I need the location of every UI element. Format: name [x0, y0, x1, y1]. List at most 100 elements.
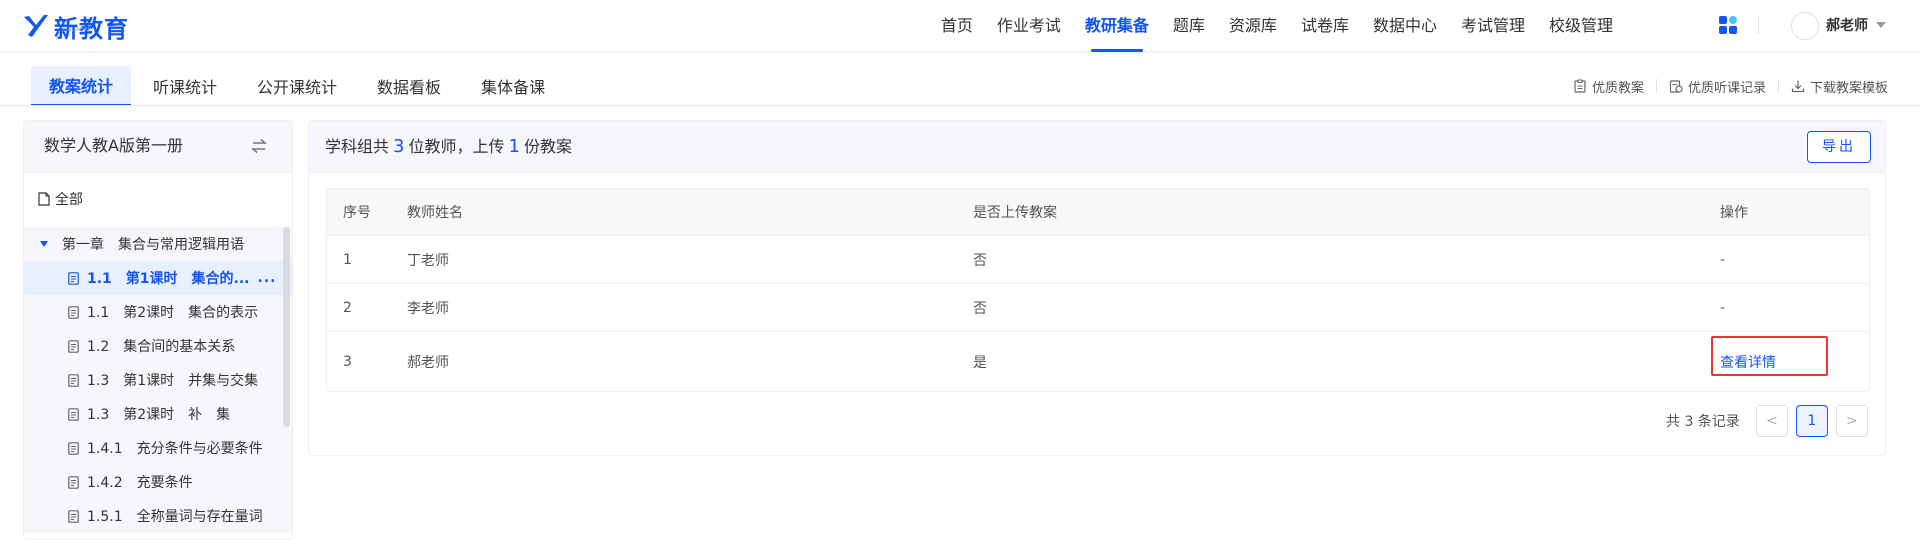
- sub-tabs: 教案统计 听课统计 公开课统计 数据看板 集体备课: [31, 66, 567, 106]
- cell-teacher: 郝老师: [407, 354, 449, 371]
- lesson-label: 1.4.1 充分条件与必要条件: [87, 441, 263, 457]
- tab-group-preparation[interactable]: 集体备课: [463, 66, 563, 106]
- cell-uploaded: 否: [973, 252, 987, 269]
- col-header-uploaded: 是否上传教案: [973, 205, 1057, 221]
- view-details-link[interactable]: 查看详情: [1720, 355, 1776, 371]
- cell-no: 3: [343, 353, 352, 370]
- cell-teacher: 李老师: [407, 300, 449, 317]
- next-page-button[interactable]: >: [1835, 405, 1868, 437]
- textbook-sidebar: 数学人教A版第一册 全部 第一章 集合与常用逻辑用语 1.1 第1课时 集合的.…: [23, 120, 293, 540]
- tree-lesson[interactable]: 1.5.1 全称量词与存在量词: [24, 499, 292, 533]
- sidebar-header: 数学人教A版第一册: [24, 121, 292, 173]
- clipboard-icon: [1574, 79, 1586, 93]
- user-name[interactable]: 郝老师: [1826, 0, 1868, 52]
- col-header-action: 操作: [1720, 205, 1748, 221]
- document-icon: [68, 305, 79, 319]
- tab-open-class-stats[interactable]: 公开课统计: [239, 66, 355, 106]
- record-icon: [1669, 80, 1683, 93]
- stats-header: 学科组共 3 位教师，上传 1 份教案 导出: [309, 121, 1885, 173]
- download-template-label: 下载教案模板: [1809, 80, 1888, 96]
- textbook-title: 数学人教A版第一册: [44, 136, 183, 155]
- lesson-label: 1.1 第2课时 集合的表示: [87, 305, 259, 321]
- tree-lesson[interactable]: 1.3 第2课时 补 集: [24, 397, 292, 431]
- col-header-no: 序号: [343, 205, 371, 221]
- table-header-row: 序号 教师姓名 是否上传教案 操作: [327, 189, 1869, 236]
- nav-paper-library[interactable]: 试卷库: [1301, 0, 1349, 52]
- header-divider: [1758, 18, 1759, 34]
- download-template-link[interactable]: 下载教案模板: [1791, 77, 1888, 96]
- tree-lesson[interactable]: 1.4.1 充分条件与必要条件: [24, 431, 292, 465]
- nav-exam-management[interactable]: 考试管理: [1461, 0, 1525, 52]
- nav-school-management[interactable]: 校级管理: [1549, 0, 1613, 52]
- tree-chapter-1[interactable]: 第一章 集合与常用逻辑用语: [24, 227, 292, 261]
- caret-down-icon[interactable]: [40, 241, 48, 247]
- sidebar-item-all[interactable]: 全部: [38, 189, 83, 209]
- document-icon: [68, 373, 79, 387]
- more-icon[interactable]: ...: [258, 270, 277, 286]
- document-icon: [68, 475, 79, 489]
- summary-middle: 位教师，上传: [408, 137, 505, 156]
- file-icon: [38, 192, 50, 206]
- tree-lesson[interactable]: 1.3 第1课时 并集与交集: [24, 363, 292, 397]
- lesson-label: 1.2 集合间的基本关系: [87, 339, 236, 355]
- top-header: 新教育 XINJIAOYU 首页 作业考试 教研集备 题库 资源库 试卷库 数据…: [0, 0, 1920, 52]
- export-button[interactable]: 导出: [1807, 131, 1871, 163]
- table-row: 2 李老师 否 -: [327, 284, 1869, 332]
- cell-action: -: [1720, 299, 1726, 316]
- summary-prefix: 学科组共: [325, 137, 390, 156]
- lesson-label: 1.3 第1课时 并集与交集: [87, 373, 259, 389]
- tree-lesson[interactable]: 1.1 第2课时 集合的表示: [24, 295, 292, 329]
- chapter-label: 第一章 集合与常用逻辑用语: [62, 237, 244, 253]
- summary-text: 学科组共 3 位教师，上传 1 份教案: [325, 121, 572, 173]
- switch-icon[interactable]: [250, 137, 268, 155]
- quality-lesson-plans-label: 优质教案: [1591, 80, 1644, 96]
- nav-resource-library[interactable]: 资源库: [1229, 0, 1277, 52]
- teacher-table: 序号 教师姓名 是否上传教案 操作 1 丁老师 否 - 2 李老师 否 - 3 …: [326, 188, 1870, 392]
- avatar[interactable]: [1791, 12, 1819, 40]
- sidebar-item-all-label: 全部: [55, 192, 83, 208]
- cell-action: 查看详情: [1720, 352, 1869, 372]
- tree-lesson[interactable]: 1.2 集合间的基本关系: [24, 329, 292, 363]
- prev-page-button[interactable]: <: [1755, 405, 1788, 437]
- document-icon: [68, 441, 79, 455]
- total-records: 共 3 条记录: [1666, 414, 1740, 430]
- lesson-label: 1.1 第1课时 集合的...: [87, 271, 250, 287]
- cell-uploaded: 是: [973, 354, 987, 371]
- nav-teaching-research[interactable]: 教研集备: [1085, 0, 1149, 52]
- cell-uploaded: 否: [973, 300, 987, 317]
- quality-observation-records-link[interactable]: 优质听课记录: [1669, 77, 1766, 96]
- nav-homework-exam[interactable]: 作业考试: [997, 0, 1061, 52]
- brand-logo[interactable]: 新教育: [22, 8, 129, 44]
- nav-data-center[interactable]: 数据中心: [1373, 0, 1437, 52]
- main-nav: 首页 作业考试 教研集备 题库 资源库 试卷库 数据中心 考试管理 校级管理: [917, 0, 1613, 52]
- quicklink-divider: [1655, 79, 1657, 93]
- plan-count: 1: [508, 136, 520, 157]
- lesson-label: 1.5.1 全称量词与存在量词: [87, 509, 263, 525]
- chevron-down-icon[interactable]: [1876, 22, 1886, 28]
- page-1-button[interactable]: 1: [1795, 405, 1828, 437]
- teacher-count: 3: [393, 136, 405, 157]
- document-icon: [68, 407, 79, 421]
- tree-lesson[interactable]: 1.4.2 充要条件: [24, 465, 292, 499]
- nav-home[interactable]: 首页: [941, 0, 973, 52]
- document-icon: [68, 509, 79, 523]
- lesson-label: 1.3 第2课时 补 集: [87, 407, 231, 423]
- chapter-tree: 第一章 集合与常用逻辑用语 1.1 第1课时 集合的... ... 1.1 第2…: [24, 227, 292, 533]
- cell-no: 1: [343, 251, 352, 268]
- stats-panel: 学科组共 3 位教师，上传 1 份教案 导出 序号 教师姓名 是否上传教案 操作 1 丁…: [308, 120, 1886, 456]
- summary-suffix: 份教案: [523, 137, 572, 156]
- download-icon: [1791, 80, 1805, 93]
- nav-question-bank[interactable]: 题库: [1173, 0, 1205, 52]
- tab-data-dashboard[interactable]: 数据看板: [359, 66, 459, 106]
- tab-lesson-plan-stats[interactable]: 教案统计: [31, 66, 132, 106]
- quicklink-divider: [1777, 79, 1779, 93]
- table-row: 1 丁老师 否 -: [327, 236, 1869, 284]
- tab-observation-stats[interactable]: 听课统计: [135, 66, 235, 106]
- cell-teacher: 丁老师: [407, 252, 449, 269]
- tree-lesson[interactable]: 1.1 第1课时 集合的... ...: [24, 261, 292, 295]
- apps-grid-icon[interactable]: [1719, 16, 1737, 34]
- quality-lesson-plans-link[interactable]: 优质教案: [1573, 77, 1644, 96]
- quality-observation-records-label: 优质听课记录: [1687, 80, 1766, 96]
- pagination: 共 3 条记录 < 1 >: [1666, 405, 1868, 437]
- sidebar-scrollbar[interactable]: [283, 227, 290, 427]
